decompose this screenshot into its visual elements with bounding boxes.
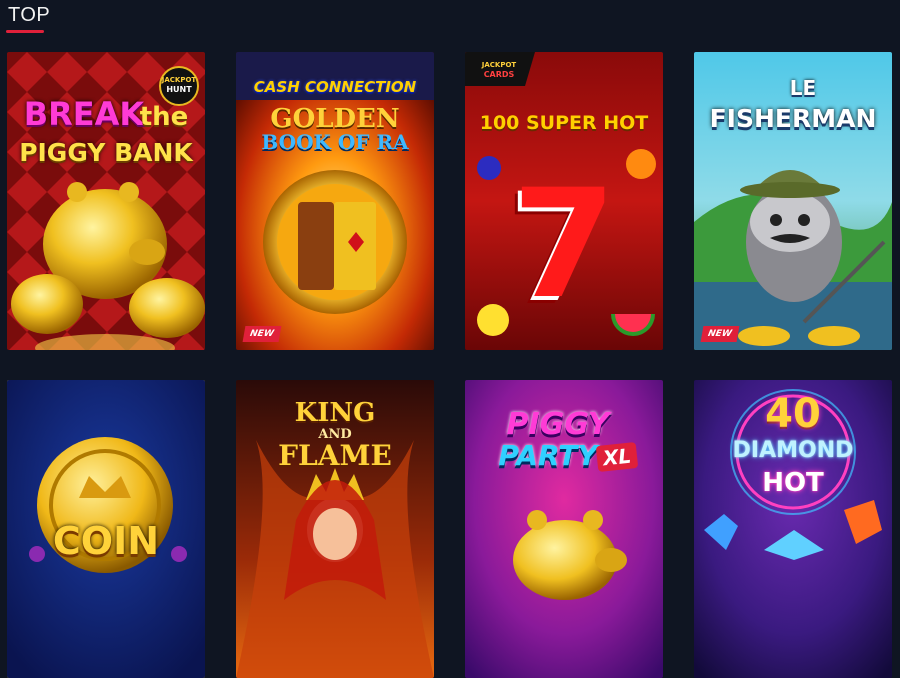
new-badge: NEW: [242, 326, 282, 342]
game-tile-break-the-piggy-bank[interactable]: BREAK the PIGGY BANK JACKPOT HUNT: [7, 52, 205, 350]
game-tile-golden-book-of-ra[interactable]: CASH CONNECTION GOLDEN BOOK OF RA NEW: [236, 52, 434, 350]
cash-connection-banner: CASH CONNECTION: [253, 78, 417, 96]
game-title-line3: HOT: [762, 468, 824, 498]
game-title-line2: FISHERMAN: [709, 104, 877, 133]
section-title: TOP: [8, 4, 51, 26]
game-title-word2: the: [139, 102, 189, 132]
jackpot-hunt-badge-line2: HUNT: [166, 85, 192, 94]
game-title-line2: BOOK OF RA: [261, 130, 409, 154]
game-title-line1: GOLDEN: [270, 104, 400, 134]
game-title-line1: LE: [789, 76, 817, 100]
game-title: COIN: [52, 519, 160, 563]
game-title: 100 SUPER HOT: [479, 112, 649, 134]
jackpot-hunt-badge: JACKPOT HUNT: [159, 66, 199, 106]
game-title-line1: KING: [294, 398, 376, 428]
jackpot-hunt-badge-line1: JACKPOT: [161, 76, 197, 84]
game-artwork: [236, 52, 434, 350]
game-title-line2: PIGGY BANK: [19, 138, 193, 167]
game-title-line2: DIAMOND: [732, 438, 854, 463]
jackpot-cards-banner-line2: CARDS: [483, 70, 515, 79]
game-tile-king-and-flame[interactable]: KING AND FLAME: [236, 380, 434, 678]
game-title-line1: 40: [765, 391, 821, 437]
game-title-line2: FLAME: [278, 439, 392, 472]
title-underline: [6, 30, 44, 33]
jackpot-cards-banner-line1: JACKPOT: [481, 61, 517, 69]
game-tile-100-super-hot[interactable]: JACKPOT CARDS 100 SUPER HOT 7: [465, 52, 663, 350]
game-tile-piggy-party-xl[interactable]: PIGGY PARTY XL: [465, 380, 663, 678]
game-tile-coin[interactable]: COIN: [7, 380, 205, 678]
game-tile-le-fisherman[interactable]: LE FISHERMAN NEW: [694, 52, 892, 350]
game-title-suffix: XL: [595, 441, 639, 473]
new-badge: NEW: [700, 326, 740, 342]
game-title-line1: PIGGY: [506, 407, 610, 442]
game-tile-40-diamond-hot[interactable]: 40 DIAMOND HOT: [694, 380, 892, 678]
lucky-seven-symbol: 7: [511, 158, 617, 332]
